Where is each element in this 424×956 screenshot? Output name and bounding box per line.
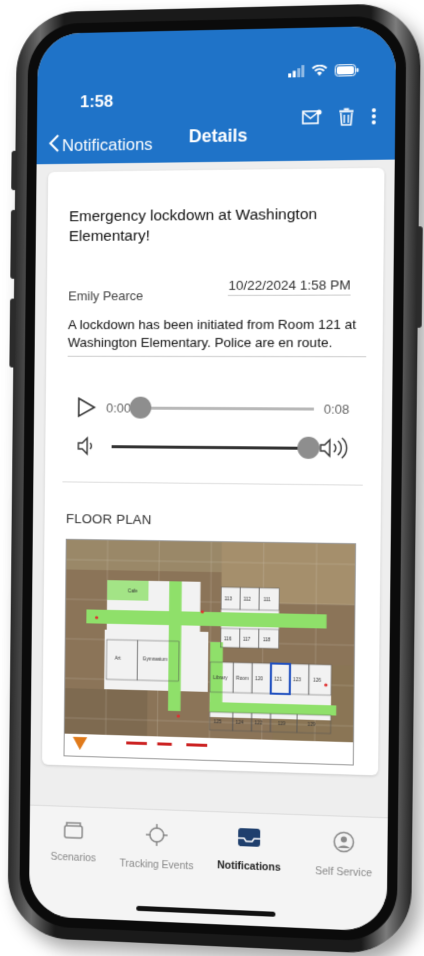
floor-plan-image[interactable]: 113 112 111 116 117 118 Library Room 120 <box>63 538 357 766</box>
svg-text:125: 125 <box>214 719 222 724</box>
tab-self-service-label: Self Service <box>315 865 373 880</box>
audio-player: 0:00 0:08 <box>77 392 350 423</box>
phone-frame: 1:58 Notifications Details Emergency loc… <box>7 2 423 956</box>
svg-text:Room: Room <box>236 676 249 681</box>
svg-text:120: 120 <box>255 676 263 681</box>
message-datetime: 10/22/2024 1:58 PM <box>228 277 351 296</box>
status-time: 1:58 <box>79 91 114 112</box>
folder-icon <box>63 826 85 844</box>
inbox-icon <box>237 828 261 852</box>
back-button[interactable]: Notifications <box>48 133 153 157</box>
svg-text:118: 118 <box>263 637 271 642</box>
app-header: 1:58 Notifications Details <box>36 25 397 165</box>
section-divider <box>62 481 363 486</box>
phone-bezel: 1:58 Notifications Details Emergency loc… <box>19 15 407 943</box>
power-button <box>415 226 423 328</box>
mail-icon[interactable] <box>302 109 322 125</box>
battery-icon <box>335 63 360 82</box>
tab-self-service[interactable]: Self Service <box>298 829 390 880</box>
svg-text:121: 121 <box>274 677 282 682</box>
app-screen: 1:58 Notifications Details Emergency loc… <box>28 25 397 932</box>
volume-low-icon[interactable] <box>76 436 98 456</box>
status-icons <box>288 63 359 83</box>
header-actions <box>302 107 377 126</box>
svg-text:124: 124 <box>236 720 244 725</box>
svg-text:112: 112 <box>243 597 251 602</box>
message-sender: Emily Pearce <box>68 288 144 304</box>
audio-progress-knob[interactable] <box>129 396 152 419</box>
crosshair-icon <box>146 833 168 851</box>
phone-scene: 1:58 Notifications Details Emergency loc… <box>0 0 424 956</box>
tab-notifications-label: Notifications <box>217 859 281 874</box>
svg-text:122: 122 <box>255 720 263 725</box>
svg-text:117: 117 <box>243 637 251 642</box>
svg-text:126: 126 <box>313 678 321 683</box>
notification-detail: Emergency lockdown at Washington Element… <box>59 186 367 771</box>
tab-bar: Scenarios Tracking Events Notifications … <box>28 804 390 932</box>
notification-card: Emergency lockdown at Washington Element… <box>42 167 385 776</box>
svg-text:Cafe: Cafe <box>128 588 138 593</box>
volume-high-icon[interactable] <box>318 437 349 459</box>
tab-tracking-events[interactable]: Tracking Events <box>112 822 201 872</box>
volume-down-button <box>9 298 16 368</box>
volume-up-button <box>10 209 17 279</box>
tab-notifications[interactable]: Notifications <box>204 826 294 875</box>
floor-plan-title: FLOOR PLAN <box>65 511 152 528</box>
chevron-left-icon <box>48 134 60 157</box>
audio-duration: 0:08 <box>323 401 350 417</box>
play-icon[interactable] <box>77 396 97 418</box>
user-circle-icon <box>333 840 355 858</box>
svg-text:119: 119 <box>278 721 286 726</box>
svg-text:Art: Art <box>115 656 122 661</box>
wifi-icon <box>311 64 327 82</box>
volume-slider[interactable] <box>111 436 320 459</box>
tab-scenarios-label: Scenarios <box>50 850 97 865</box>
home-indicator[interactable] <box>136 905 276 917</box>
svg-text:Library: Library <box>213 675 228 680</box>
trash-icon[interactable] <box>338 108 354 126</box>
message-subject: Emergency lockdown at Washington Element… <box>68 205 318 245</box>
tab-tracking-events-label: Tracking Events <box>119 857 194 873</box>
audio-progress-slider[interactable] <box>129 396 314 419</box>
audio-current-time: 0:00 <box>106 399 132 416</box>
message-body: A lockdown has been initiated from Room … <box>67 315 367 358</box>
tab-scenarios[interactable]: Scenarios <box>29 819 117 865</box>
signal-icon <box>288 64 305 82</box>
more-icon[interactable] <box>371 107 377 125</box>
mute-switch <box>11 150 18 191</box>
back-label: Notifications <box>61 134 153 155</box>
svg-text:113: 113 <box>224 596 232 601</box>
svg-text:123: 123 <box>293 677 301 682</box>
svg-text:111: 111 <box>263 597 271 602</box>
svg-text:129: 129 <box>307 722 315 727</box>
page-title: Details <box>188 125 248 147</box>
svg-text:Gymnasium: Gymnasium <box>143 656 168 662</box>
volume-knob[interactable] <box>297 436 320 459</box>
volume-control <box>76 431 349 463</box>
svg-text:116: 116 <box>224 636 232 641</box>
